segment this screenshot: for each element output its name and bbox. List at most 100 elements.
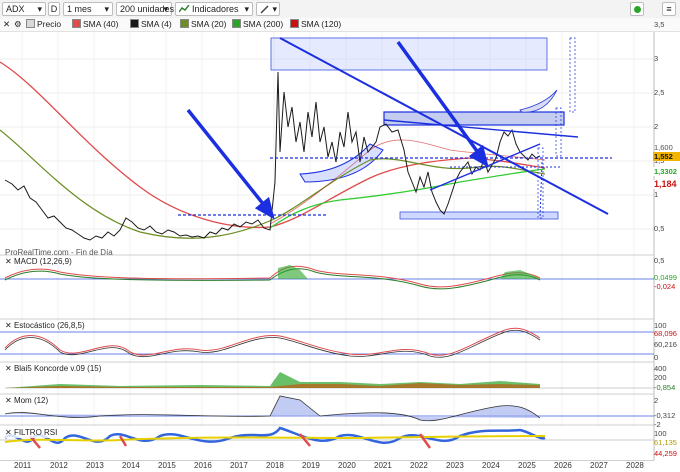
units-selector[interactable]: 200 unidades ▾: [116, 2, 174, 16]
year-label: 2026: [554, 461, 572, 470]
rsi-tag: 44,259: [654, 449, 677, 458]
projection-box-upper[interactable]: [569, 37, 576, 113]
year-label: 2022: [410, 461, 428, 470]
resistance-zone[interactable]: [270, 37, 548, 71]
momentum-panel[interactable]: [0, 395, 654, 422]
koncorde-axis-label: 200: [654, 373, 667, 382]
year-label: 2027: [590, 461, 608, 470]
stoch-axis-label: 0: [654, 353, 659, 362]
watermark: ProRealTime.com - Fin de Día: [5, 248, 113, 257]
momentum-title-text: Mom (12): [13, 396, 49, 405]
data-type-label: D: [50, 4, 58, 14]
period-selector[interactable]: 1 mes ▾: [63, 2, 113, 16]
price-color-swatch: [26, 19, 35, 28]
chart-canvas[interactable]: [0, 32, 680, 460]
legend-item-sma4[interactable]: SMA (4): [130, 19, 172, 30]
close-icon[interactable]: ✕: [5, 321, 14, 330]
arrow-head-icon: [468, 144, 489, 168]
year-label: 2017: [230, 461, 248, 470]
legend-item-sma200[interactable]: SMA (200): [232, 19, 283, 30]
year-label: 2012: [50, 461, 68, 470]
sma20-line: [0, 129, 546, 239]
koncorde-panel[interactable]: [5, 372, 654, 389]
year-label: 2018: [266, 461, 284, 470]
symbol-selector[interactable]: ADX ▾: [2, 2, 46, 16]
indicators-button[interactable]: Indicadores ▾: [175, 2, 253, 16]
rsi-panel[interactable]: [0, 426, 654, 449]
year-label: 2020: [338, 461, 356, 470]
menu-icon[interactable]: ≡: [662, 2, 676, 16]
stoch-tag: 68,096: [654, 329, 677, 338]
koncorde-title-text: Blai5 Koncorde v.09 (15): [13, 364, 102, 373]
legend-item-sma20[interactable]: SMA (20): [180, 19, 226, 30]
chevron-down-icon: ▾: [272, 4, 277, 14]
year-label: 2014: [122, 461, 140, 470]
mom-axis-label: 2: [654, 396, 659, 405]
mom-axis-label: -2: [654, 420, 661, 429]
support-zone[interactable]: [399, 211, 559, 220]
year-label: 2016: [194, 461, 212, 470]
year-label: 2028: [626, 461, 644, 470]
legend-label: SMA (200): [243, 19, 284, 29]
last-price-tag: 1,552: [653, 152, 680, 161]
chevron-down-icon: ▾: [163, 4, 168, 14]
legend-label: SMA (40): [83, 19, 119, 29]
legend-item-price[interactable]: Precio: [26, 19, 61, 30]
macd-title-text: MACD (12,26,9): [13, 257, 72, 266]
close-icon[interactable]: ✕: [5, 428, 14, 437]
price-axis-label: 3,5: [654, 20, 665, 29]
close-icon[interactable]: ✕: [5, 364, 14, 373]
rsi-axis-label: 100: [654, 429, 667, 438]
pencil-icon: [260, 5, 269, 14]
year-label: 2023: [446, 461, 464, 470]
drawing-tools-button[interactable]: ▾: [256, 2, 280, 16]
stochastic-panel[interactable]: [0, 327, 654, 358]
macd-panel[interactable]: [0, 265, 654, 290]
legend-label: SMA (20): [191, 19, 227, 29]
data-type-button[interactable]: D: [48, 2, 60, 16]
symbol-text: ADX: [6, 4, 25, 14]
legend-label: SMA (120): [301, 19, 342, 29]
indicator-legend: ✕ ⚙ Precio SMA (40) SMA (4) SMA (20) SMA…: [0, 18, 680, 32]
chevron-down-icon: ▾: [37, 4, 42, 14]
year-label: 2013: [86, 461, 104, 470]
rsi-title[interactable]: ✕ FILTRO RSI: [3, 428, 60, 438]
legend-item-sma120[interactable]: SMA (120): [290, 19, 341, 30]
koncorde-axis-label: 400: [654, 364, 667, 373]
legend-item-sma40[interactable]: SMA (40): [72, 19, 118, 30]
stochastic-title-text: Estocástico (26,8,5): [13, 321, 85, 330]
stochastic-title[interactable]: ✕ Estocástico (26,8,5): [3, 321, 87, 331]
chevron-down-icon: ▾: [104, 4, 109, 14]
legend-label: Precio: [37, 19, 62, 29]
settings-icon[interactable]: ⚙: [14, 19, 22, 30]
sma40-color-swatch: [72, 19, 81, 28]
macd-tag: 0,0499: [654, 273, 677, 282]
year-label: 2024: [482, 461, 500, 470]
sma-top-tag: 1,600: [654, 143, 673, 152]
sma200-price-tag: 1,3302: [653, 167, 680, 176]
sma40-price-tag: 1,184: [653, 180, 680, 189]
price-axis-label: 2: [654, 122, 659, 131]
price-axis-label: 1: [654, 190, 659, 199]
close-icon[interactable]: ✕: [3, 19, 10, 30]
price-axis-label: 2,5: [654, 88, 665, 97]
legend-label: SMA (4): [141, 19, 172, 29]
macd-tag: -0,024: [654, 282, 676, 291]
macd-title[interactable]: ✕ MACD (12,26,9): [3, 257, 74, 267]
sma200-color-swatch: [232, 19, 241, 28]
chevron-down-icon: ▾: [244, 4, 249, 14]
koncorde-title[interactable]: ✕ Blai5 Koncorde v.09 (15): [3, 364, 104, 374]
close-icon[interactable]: ✕: [5, 257, 14, 266]
rsi-tag: 61,135: [654, 438, 677, 447]
close-icon[interactable]: ✕: [5, 396, 14, 405]
year-label: 2019: [302, 461, 320, 470]
rsi-title-text: FILTRO RSI: [13, 428, 58, 437]
price-axis-label: 3: [654, 54, 659, 63]
alert-icon[interactable]: [630, 2, 644, 16]
momentum-title[interactable]: ✕ Mom (12): [3, 396, 51, 406]
macd-axis-label: 0,5: [654, 256, 665, 265]
period-text: 1 mes: [67, 4, 92, 14]
year-label: 2021: [374, 461, 392, 470]
koncorde-tag: -0,854: [654, 383, 676, 392]
projection-line: [539, 161, 543, 219]
